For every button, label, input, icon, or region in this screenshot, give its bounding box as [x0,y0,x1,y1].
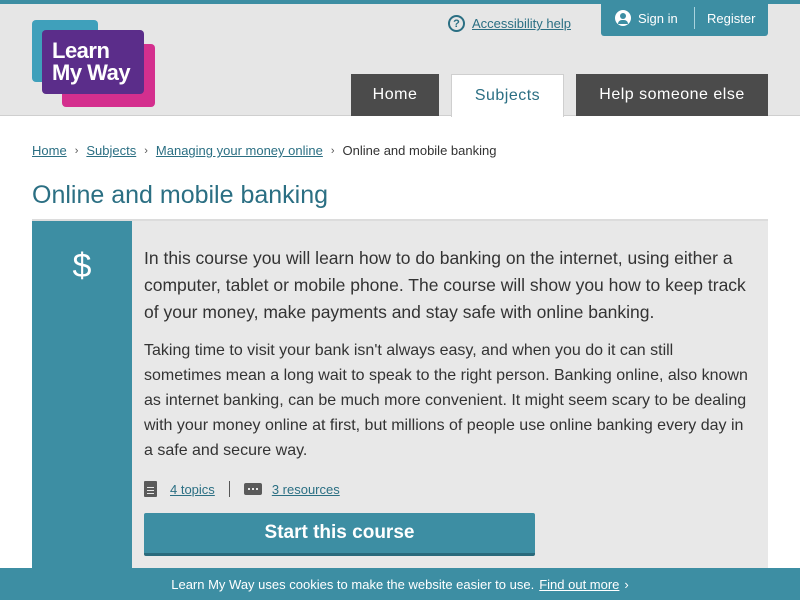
tab-home[interactable]: Home [351,74,439,116]
chevron-right-icon: › [624,576,629,592]
breadcrumb-current: Online and mobile banking [342,143,497,158]
breadcrumb-subjects[interactable]: Subjects [86,143,136,158]
chevron-right-icon: › [330,144,335,157]
main-nav: Home Subjects Help someone else [0,74,800,117]
course-lead-text: In this course you will learn how to do … [144,248,746,322]
user-icon [615,10,631,26]
cookie-text: Learn My Way uses cookies to make the we… [171,576,535,592]
sign-in-label: Sign in [638,10,678,26]
document-icon [144,481,157,497]
course-meta: 4 topics 3 resources [144,481,340,497]
course-description: Taking time to visit your bank isn't alw… [144,342,748,459]
tab-help-someone-else[interactable]: Help someone else [576,74,768,116]
page-title: Online and mobile banking [32,181,329,209]
find-out-more-link[interactable]: Find out more [539,577,619,592]
chevron-right-icon: › [144,144,148,157]
course-icon-column: $ [32,221,132,581]
accessibility-help-link[interactable]: Accessibility help [472,16,571,31]
register-link[interactable]: Register [695,11,755,26]
topics-link[interactable]: 4 topics [170,482,215,497]
resources-link[interactable]: 3 resources [272,482,340,497]
dollar-icon: $ [72,247,92,285]
tab-subjects[interactable]: Subjects [451,74,564,117]
course-card: $ In this course you will learn how to d… [32,221,768,581]
help-circle-icon: ? [448,15,465,32]
logo-text-line1: Learn [52,38,110,63]
sign-in-button[interactable]: Sign in [601,10,694,26]
breadcrumb-managing-money[interactable]: Managing your money online [156,143,323,158]
start-course-button[interactable]: Start this course [144,513,535,556]
chevron-right-icon: › [74,144,79,157]
resources-icon [243,483,262,495]
breadcrumb-home[interactable]: Home [32,143,67,158]
cookie-banner: Learn My Way uses cookies to make the we… [0,568,800,600]
accessibility-help[interactable]: ? Accessibility help [448,15,571,32]
auth-box: Sign in Register [601,0,768,36]
course-body: In this course you will learn how to do … [144,245,754,463]
meta-divider [228,481,230,497]
breadcrumb: Home › Subjects › Managing your money on… [32,143,496,158]
